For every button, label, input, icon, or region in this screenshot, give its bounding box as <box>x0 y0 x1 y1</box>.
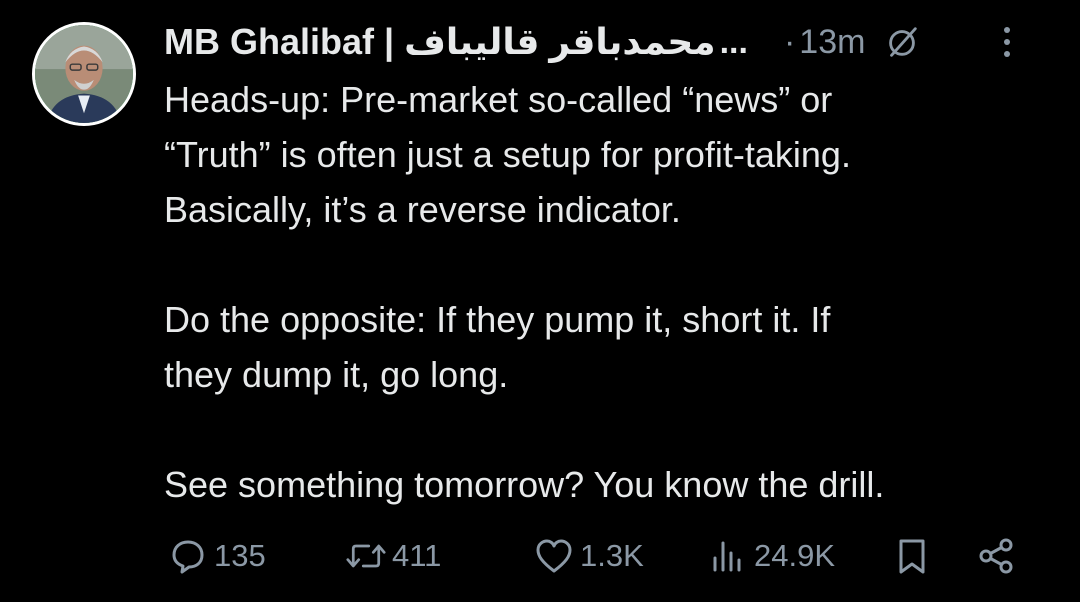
like-count: 1.3K <box>580 538 644 573</box>
retweet-count: 411 <box>392 538 442 573</box>
more-vertical-icon[interactable] <box>1000 26 1014 58</box>
timestamp[interactable]: 13m <box>799 23 865 62</box>
views-button[interactable]: 24.9K <box>708 528 835 584</box>
view-count: 24.9K <box>754 538 836 573</box>
display-name[interactable]: MB Ghalibaf | محمدباقر قالیباف <box>164 21 716 63</box>
retweet-button[interactable]: 411 <box>346 528 441 584</box>
bookmark-icon <box>899 539 925 574</box>
retweet-icon <box>346 544 386 568</box>
slashed-circle-icon[interactable] <box>883 23 921 61</box>
bookmark-button[interactable] <box>892 528 932 584</box>
name-ellipsis: ... <box>719 22 748 61</box>
separator-dot: · <box>783 22 796 61</box>
share-icon <box>979 538 1013 574</box>
avatar-photo <box>35 25 133 123</box>
reply-count: 135 <box>214 538 266 573</box>
tweet-header: MB Ghalibaf | محمدباقر قالیباف ... · 13m <box>164 20 1044 64</box>
reply-button[interactable]: 135 <box>168 528 266 584</box>
heart-icon <box>536 539 572 573</box>
action-bar: 135 411 1.3K 24.9K <box>164 528 1044 584</box>
like-button[interactable]: 1.3K <box>534 528 644 584</box>
views-chart-icon <box>713 541 741 572</box>
reply-icon <box>172 540 204 574</box>
tweet-text: Heads-up: Pre-market so-called “news” or… <box>164 79 885 505</box>
share-button[interactable] <box>976 528 1016 584</box>
avatar[interactable] <box>32 22 136 126</box>
